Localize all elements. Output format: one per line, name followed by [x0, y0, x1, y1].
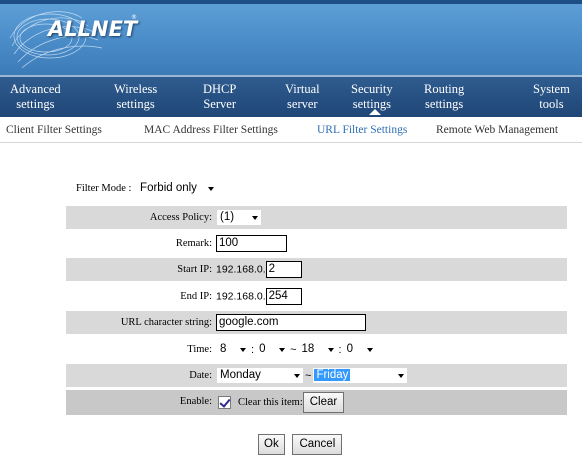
filter-mode-select[interactable]: Forbid only — [136, 180, 219, 197]
dropdown-arrow-icon — [208, 187, 215, 191]
end-hour-value: 18 — [301, 343, 315, 355]
nav-wireless-settings[interactable]: Wireless settings — [114, 82, 157, 112]
main-navigation: Advanced settings Wireless settings DHCP… — [0, 75, 582, 117]
nav-dhcp-server[interactable]: DHCP Server — [203, 82, 236, 112]
end-ip-row: End IP: 192.168.0. 254 — [66, 285, 567, 308]
url-string-row: URL character string: google.com — [66, 311, 567, 334]
end-ip-prefix: 192.168.0. — [216, 290, 266, 303]
nav-label-line2: settings — [16, 97, 55, 111]
dropdown-arrow-icon — [240, 348, 246, 352]
end-hour-select[interactable]: 18 — [297, 341, 338, 358]
end-minute-value: 0 — [346, 343, 353, 355]
filter-mode-value: Forbid only — [140, 182, 197, 194]
dropdown-arrow-icon — [294, 374, 300, 378]
dropdown-arrow-icon — [327, 348, 334, 352]
header-banner: ALLNET ® — [0, 0, 582, 75]
start-day-value: Monday — [220, 369, 261, 381]
access-policy-value: (1) — [220, 211, 235, 223]
start-minute-select[interactable]: 0 — [255, 341, 290, 358]
allnet-logo: ALLNET — [48, 17, 138, 41]
nav-advanced-settings[interactable]: Advanced settings — [10, 82, 61, 112]
nav-label-line1: Advanced — [10, 82, 61, 96]
end-ip-label: End IP: — [180, 291, 212, 302]
subnav-url-filter[interactable]: URL Filter Settings — [317, 124, 407, 136]
enable-label: Enable: — [179, 396, 212, 407]
dropdown-arrow-icon — [279, 348, 286, 352]
start-ip-input[interactable]: 2 — [265, 261, 302, 278]
header-top-line — [0, 0, 582, 4]
nav-security-settings[interactable]: Security settings — [351, 82, 393, 112]
nav-label-line1: Routing — [424, 82, 465, 96]
end-day-value: Friday — [314, 369, 351, 381]
nav-virtual-server[interactable]: Virtual server — [285, 82, 320, 112]
end-ip-input[interactable]: 254 — [265, 288, 302, 305]
tilde-separator: ~ — [305, 369, 312, 382]
nav-label-line1: Virtual — [285, 82, 320, 96]
nav-label-line2: settings — [425, 97, 464, 111]
remark-row: Remark: 100 — [66, 232, 567, 255]
access-policy-select[interactable]: (1) — [216, 209, 262, 226]
subnav-mac-filter[interactable]: MAC Address Filter Settings — [144, 124, 278, 136]
start-hour-value: 8 — [220, 343, 227, 355]
start-ip-row: Start IP: 192.168.0. 2 — [66, 258, 567, 281]
subnav-remote-web-management[interactable]: Remote Web Management — [436, 124, 558, 136]
access-policy-row: Access Policy: (1) — [66, 206, 567, 229]
nav-label-line1: DHCP — [203, 82, 237, 96]
dropdown-arrow-icon — [366, 348, 373, 352]
nav-label-line1: Security — [351, 82, 393, 96]
end-day-select[interactable]: Friday — [312, 367, 409, 384]
start-minute-value: 0 — [259, 343, 266, 355]
trademark-symbol: ® — [131, 14, 137, 21]
date-label: Date: — [189, 370, 212, 381]
nav-label-line2: Server — [203, 97, 236, 111]
access-policy-label: Access Policy: — [149, 212, 212, 223]
enable-row: Enable: Clear this item: Clear — [66, 390, 567, 415]
start-ip-prefix: 192.168.0. — [216, 263, 266, 276]
nav-label-line2: server — [287, 97, 318, 111]
start-ip-label: Start IP: — [177, 264, 212, 275]
filter-mode-label: Filter Mode : — [76, 182, 132, 194]
dropdown-arrow-icon — [252, 216, 258, 220]
time-label: Time: — [187, 344, 212, 355]
nav-system-tools[interactable]: System tools — [533, 82, 570, 112]
enable-checkbox[interactable] — [218, 396, 231, 409]
nav-label-line2: tools — [539, 97, 564, 111]
ok-button[interactable]: Ok — [258, 434, 285, 455]
start-hour-select[interactable]: 8 — [216, 341, 250, 358]
tilde-separator: ~ — [290, 343, 297, 356]
nav-routing-settings[interactable]: Routing settings — [424, 82, 464, 112]
clear-button[interactable]: Clear — [302, 392, 345, 413]
dropdown-arrow-icon — [398, 374, 405, 378]
sub-navigation: Client Filter Settings MAC Address Filte… — [0, 117, 582, 143]
start-day-select[interactable]: Monday — [216, 367, 304, 384]
form-actions: Ok Cancel — [258, 434, 343, 455]
nav-label-line1: System — [533, 82, 570, 96]
cancel-button[interactable]: Cancel — [292, 434, 343, 455]
filter-mode-row: Filter Mode : Forbid only — [76, 180, 219, 197]
url-string-label: URL character string: — [120, 317, 212, 328]
remark-input[interactable]: 100 — [216, 235, 287, 252]
nav-label-line1: Wireless — [114, 82, 158, 96]
time-row: Time: 8 : 0 ~ 18 : 0 — [66, 338, 567, 361]
active-nav-indicator-icon — [369, 109, 381, 115]
subnav-client-filter[interactable]: Client Filter Settings — [6, 124, 102, 136]
date-row: Date: Monday ~ Friday — [66, 364, 567, 387]
remark-label: Remark: — [175, 238, 212, 249]
end-minute-select[interactable]: 0 — [342, 341, 377, 358]
clear-item-label: Clear this item: — [238, 397, 303, 408]
nav-label-line2: settings — [116, 97, 155, 111]
url-string-input[interactable]: google.com — [216, 314, 366, 331]
